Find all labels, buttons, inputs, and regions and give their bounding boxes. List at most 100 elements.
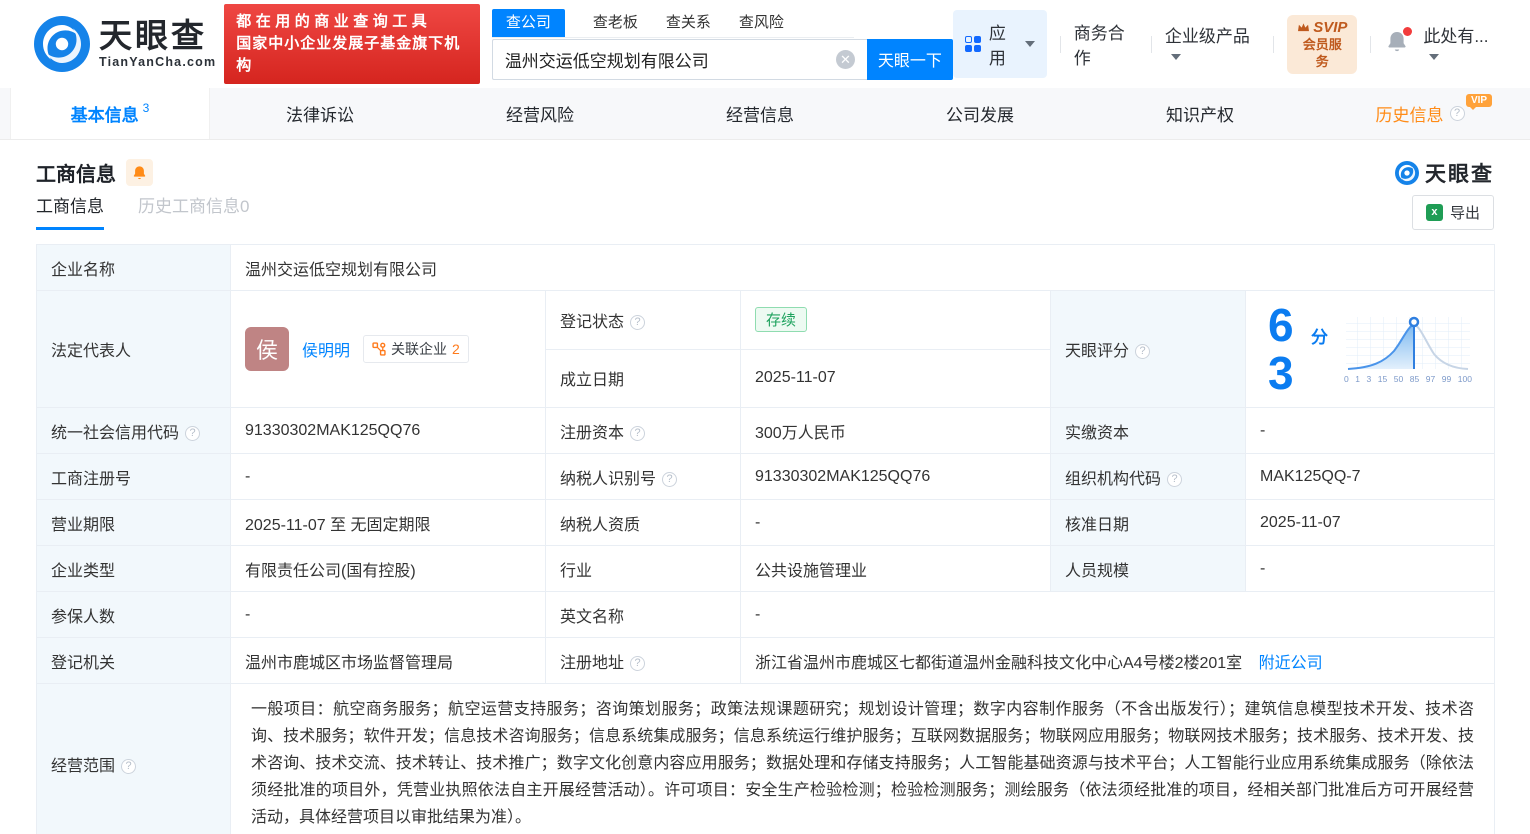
nearby-companies-link[interactable]: 附近公司 [1259, 655, 1323, 672]
monitor-bell-icon[interactable] [126, 159, 153, 186]
top-header: 天眼查 TianYanCha.com 都在用的商业查询工具 国家中小企业发展子基… [0, 0, 1530, 88]
business-term-label: 营业期限 [36, 499, 231, 546]
help-icon[interactable] [121, 758, 137, 774]
logo-title: 天眼查 [99, 17, 207, 54]
table-row: 工商注册号 - 纳税人识别号 91330302MAK125QQ76 组织机构代码… [36, 453, 1495, 500]
approval-date-value: 2025-11-07 [1245, 499, 1495, 546]
credit-code-label: 统一社会信用代码 [36, 407, 231, 454]
tab-intellectual-property[interactable]: 知识产权 [1090, 88, 1310, 139]
score-value: 63 [1268, 299, 1294, 399]
search-tab-company[interactable]: 查公司 [491, 8, 565, 37]
search-tab-risk[interactable]: 查风险 [739, 9, 784, 37]
search-input[interactable] [491, 38, 867, 80]
help-icon[interactable] [1135, 344, 1151, 359]
table-row: 法定代表人 侯 侯明明 关联企业 2 登记状态? 存续 天眼评分? 63 分 0… [36, 290, 1495, 408]
reg-capital-value: 300万人民币 [740, 407, 1051, 454]
subtab-business-info[interactable]: 工商信息 [36, 192, 104, 230]
search-button[interactable]: 天眼一下 [866, 38, 953, 80]
help-icon[interactable] [185, 425, 201, 441]
tianyan-score: 63 分 0 1 3 15 50 85 97 99 100 [1268, 299, 1472, 399]
search-tabs: 查公司 查老板 查关系 查风险 [491, 8, 854, 38]
avatar[interactable]: 侯 [245, 327, 289, 371]
tab-count-badge: 3 [142, 100, 150, 115]
taxpayer-id-label: 纳税人识别号 [545, 453, 741, 500]
search-tab-relation[interactable]: 查关系 [666, 9, 711, 37]
industry-value: 公共设施管理业 [740, 545, 1051, 592]
svip-member-badge[interactable]: SVIP 会员服务 [1287, 14, 1358, 74]
help-icon[interactable] [630, 655, 646, 671]
reg-authority-value: 温州市鹿城区市场监督管理局 [230, 637, 546, 684]
english-name-value: - [740, 591, 1495, 638]
tab-company-development[interactable]: 公司发展 [870, 88, 1090, 139]
reg-number-label: 工商注册号 [36, 453, 231, 500]
apps-menu[interactable]: 应用 [952, 10, 1047, 78]
notification-bell-icon[interactable] [1386, 26, 1413, 59]
reg-address-label: 注册地址 [545, 637, 741, 684]
taxpayer-quality-label: 纳税人资质 [545, 499, 741, 546]
nav-more-menu[interactable]: 此处有... [1423, 22, 1500, 67]
tab-basic-info[interactable]: 基本信息 3 [10, 88, 210, 139]
related-companies-badge[interactable]: 关联企业 2 [363, 335, 469, 363]
table-row: 营业期限 2025-11-07 至 无固定期限 纳税人资质 - 核准日期 202… [36, 499, 1495, 546]
promo-banner: 都在用的商业查询工具 国家中小企业发展子基金旗下机构 [224, 4, 480, 84]
apps-label: 应用 [988, 24, 1006, 68]
tab-legal-proceedings[interactable]: 法律诉讼 [210, 88, 430, 139]
approval-date-label: 核准日期 [1050, 499, 1246, 546]
search-tab-boss[interactable]: 查老板 [593, 9, 638, 37]
english-name-label: 英文名称 [545, 591, 741, 638]
watermark-logo: 天眼查 [1395, 158, 1494, 188]
help-icon[interactable] [630, 314, 646, 330]
business-term-value: 2025-11-07 至 无固定期限 [230, 499, 546, 546]
status-badge: 存续 [755, 307, 808, 333]
tianyancha-logo[interactable]: 天眼查 TianYanCha.com [34, 16, 216, 72]
promo-line2: 国家中小企业发展子基金旗下机构 [236, 35, 461, 74]
top-nav: 应用 商务合作 企业级产品 SVIP 会员服务 此处有... [952, 10, 1500, 78]
export-button[interactable]: x 导出 [1411, 195, 1494, 230]
divider [1273, 35, 1275, 53]
table-row: 登记机关 温州市鹿城区市场监督管理局 注册地址 浙江省温州市鹿城区七都街道温州金… [36, 637, 1495, 684]
help-icon[interactable] [1449, 106, 1465, 121]
business-info-table: 企业名称 温州交运低空规划有限公司 法定代表人 侯 侯明明 关联企业 2 登记状… [36, 244, 1495, 834]
reg-address-value: 浙江省温州市鹿城区七都街道温州金融科技文化中心A4号楼2楼201室 [755, 654, 1243, 672]
subtab-history-business-info[interactable]: 历史工商信息0 [138, 192, 249, 230]
insured-count-label: 参保人数 [36, 591, 231, 638]
staff-size-value: - [1245, 545, 1495, 592]
establish-date-value: 2025-11-07 [740, 348, 1051, 408]
crown-icon [1298, 22, 1310, 31]
legal-rep-label: 法定代表人 [36, 290, 231, 408]
reg-capital-label: 注册资本 [545, 407, 741, 454]
help-icon[interactable] [662, 471, 678, 487]
legal-rep-name-link[interactable]: 侯明明 [302, 337, 350, 361]
reg-number-value: - [230, 453, 546, 500]
industry-label: 行业 [545, 545, 741, 592]
table-row: 统一社会信用代码 91330302MAK125QQ76 注册资本 300万人民币… [36, 407, 1495, 454]
score-distribution-chart: 01 3 15 50 85 97 99 100 [1344, 315, 1472, 384]
subtabs: 工商信息 历史工商信息0 [36, 192, 249, 230]
org-code-value: MAK125QQ-7 [1245, 453, 1495, 500]
promo-line1: 都在用的商业查询工具 [236, 13, 432, 30]
score-axis-ticks: 01 3 15 50 85 97 99 100 [1344, 373, 1472, 384]
nav-cooperation[interactable]: 商务合作 [1074, 19, 1138, 69]
tab-operational-risk[interactable]: 经营风险 [430, 88, 650, 139]
chevron-down-icon [1429, 53, 1440, 60]
main-content: 工商信息 天眼查 工商信息 历史工商信息0 x 导出 企业名称 温州交运低空规划… [0, 158, 1530, 834]
help-icon[interactable] [1167, 471, 1183, 487]
table-row: 经营范围 一般项目：航空商务服务；航空运营支持服务；咨询策划服务；政策法规课题研… [36, 683, 1495, 834]
reg-status-label: 登记状态 [545, 290, 741, 350]
tab-history-info[interactable]: VIP 历史信息 [1310, 88, 1530, 139]
network-icon [372, 342, 386, 356]
excel-icon: x [1425, 204, 1443, 221]
divider [1370, 35, 1372, 53]
search-block: 查公司 查老板 查关系 查风险 ✕ 天眼一下 [491, 8, 953, 80]
vip-badge: VIP [1465, 94, 1493, 110]
tab-business-info[interactable]: 经营信息 [650, 88, 870, 139]
nav-enterprise-products[interactable]: 企业级产品 [1165, 22, 1260, 67]
company-name-value: 温州交运低空规划有限公司 [230, 244, 1495, 291]
clear-search-icon[interactable]: ✕ [835, 49, 855, 69]
insured-count-value: - [230, 591, 546, 638]
help-icon[interactable] [630, 425, 646, 441]
taxpayer-id-value: 91330302MAK125QQ76 [740, 453, 1051, 500]
company-section-tabs: 基本信息 3 法律诉讼 经营风险 经营信息 公司发展 知识产权 VIP 历史信息 [0, 88, 1530, 140]
table-row: 企业类型 有限责任公司(国有控股) 行业 公共设施管理业 人员规模 - [36, 545, 1495, 592]
score-label: 天眼评分 [1050, 290, 1246, 408]
